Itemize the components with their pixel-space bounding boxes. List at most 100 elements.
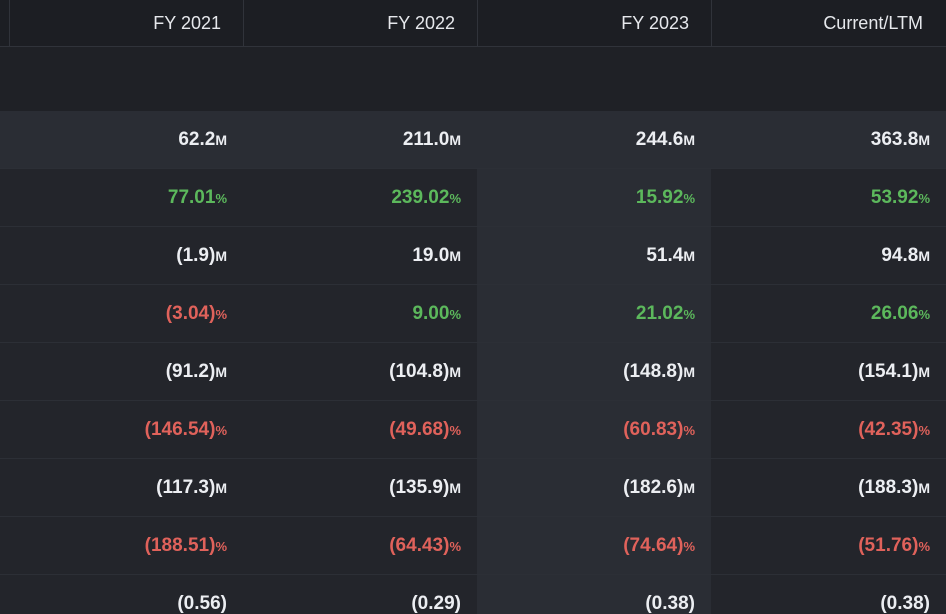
table-row: 62.2M 211.0M 244.6M 363.8M [0,111,946,169]
table-cell: (135.9)M [243,459,477,516]
cell-unit: M [215,364,227,380]
cell-value: 94.8 [881,245,919,266]
cell-value: 211.0 [402,129,450,150]
table-cell: 21.02% [477,285,711,342]
cell-value: 77.01 [167,187,216,208]
cell-unit: % [449,539,461,554]
table-row: (1.9)M 19.0M 51.4M 94.8M [0,227,946,285]
cell-unit: % [918,423,930,438]
cell-value: (60.83) [623,419,684,440]
table-row: (117.3)M (135.9)M (182.6)M (188.3)M [0,459,946,517]
cell-unit: M [215,248,227,264]
cell-unit: % [918,539,930,554]
row-label-cell [0,111,9,168]
cell-unit: M [449,248,461,264]
cell-value: 244.6 [635,129,684,150]
table-header: FY 2021 FY 2022 FY 2023 Current/LTM [0,0,946,47]
cell-value: (135.9) [389,477,450,498]
table-cell: (154.1)M [711,343,946,400]
table-cell: (0.38) [711,575,946,614]
cell-unit: % [683,423,695,438]
cell-value: (42.35) [858,419,919,440]
table-cell: 53.92% [711,169,946,226]
cell-unit: % [449,423,461,438]
table-cell: (3.04)% [9,285,243,342]
cell-unit: M [215,480,227,496]
cell-value: 239.02 [391,187,450,208]
table-cell: 77.01% [9,169,243,226]
table-cell: (104.8)M [243,343,477,400]
cell-unit: % [683,539,695,554]
table-cell: 19.0M [243,227,477,284]
cell-value: 62.2 [178,129,216,150]
table-row: (0.56) (0.29) (0.38) (0.38) [0,575,946,614]
cell-value: (49.68) [389,419,450,440]
cell-value: (146.54) [144,419,216,440]
table-cell: (188.51)% [9,517,243,574]
table-cell: 239.02% [243,169,477,226]
cell-value: (1.9) [176,245,216,266]
cell-value: 19.0 [412,245,450,266]
row-label-cell [0,169,9,226]
cell-unit: M [449,132,461,148]
cell-value: (104.8) [389,361,450,382]
column-header-fy2022[interactable]: FY 2022 [243,0,477,47]
cell-value: (0.29) [411,593,461,614]
table-cell: 363.8M [711,111,946,168]
cell-value: (182.6) [623,477,684,498]
cell-unit: % [215,539,227,554]
cell-unit: M [918,248,930,264]
table-cell: 26.06% [711,285,946,342]
row-label-cell [0,343,9,400]
cell-value: (0.38) [880,593,930,614]
table-cell: (49.68)% [243,401,477,458]
table-cell: 62.2M [9,111,243,168]
row-label-cell [0,227,9,284]
cell-unit: M [918,480,930,496]
cell-unit: M [918,132,930,148]
table-cell: (0.29) [243,575,477,614]
section-header-row [0,47,946,111]
table-cell: 15.92% [477,169,711,226]
cell-value: 15.92 [635,187,684,208]
table-cell: (42.35)% [711,401,946,458]
table-cell: (148.8)M [477,343,711,400]
cell-value: (188.3) [858,477,919,498]
table-row: 77.01% 239.02% 15.92% 53.92% [0,169,946,227]
table-cell: (0.56) [9,575,243,614]
cell-value: (3.04) [165,303,216,324]
table-cell: (51.76)% [711,517,946,574]
financials-table: FY 2021 FY 2022 FY 2023 Current/LTM 62.2… [0,0,946,614]
table-cell: (0.38) [477,575,711,614]
cell-value: 51.4 [646,245,684,266]
cell-value: 21.02 [635,303,684,324]
cell-value: (64.43) [389,535,450,556]
cell-unit: M [683,480,695,496]
cell-unit: % [449,191,461,206]
cell-value: 53.92 [870,187,919,208]
cell-value: (154.1) [858,361,919,382]
cell-value: (188.51) [144,535,216,556]
table-cell: (1.9)M [9,227,243,284]
table-row: (188.51)% (64.43)% (74.64)% (51.76)% [0,517,946,575]
column-header-fy2023[interactable]: FY 2023 [477,0,711,47]
table-cell: (182.6)M [477,459,711,516]
cell-unit: % [683,307,695,322]
cell-unit: M [683,248,695,264]
cell-value: 26.06 [870,303,919,324]
table-row: (146.54)% (49.68)% (60.83)% (42.35)% [0,401,946,459]
table-cell: (60.83)% [477,401,711,458]
cell-unit: % [683,191,695,206]
table-cell: 51.4M [477,227,711,284]
cell-unit: M [683,132,695,148]
table-cell: 9.00% [243,285,477,342]
table-cell: (74.64)% [477,517,711,574]
table-row: (3.04)% 9.00% 21.02% 26.06% [0,285,946,343]
table-cell: 94.8M [711,227,946,284]
cell-unit: % [918,191,930,206]
column-header-current-ltm[interactable]: Current/LTM [711,0,946,47]
row-label-cell [0,285,9,342]
cell-value: (0.38) [645,593,695,614]
cell-unit: % [215,307,227,322]
column-header-fy2021[interactable]: FY 2021 [9,0,243,47]
